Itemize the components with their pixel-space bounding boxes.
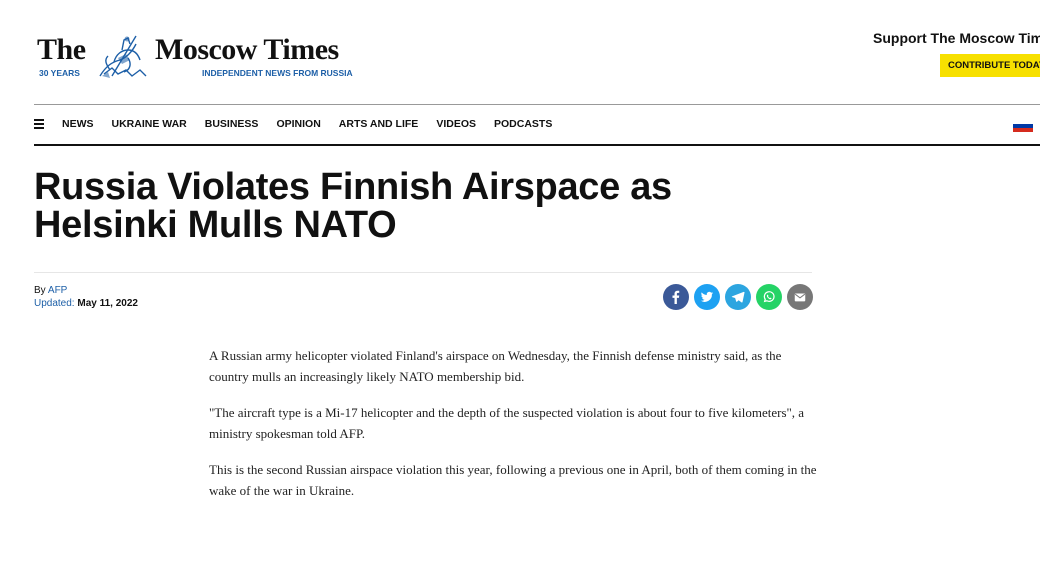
- logo-years: 30 YEARS: [39, 68, 80, 78]
- email-icon: [794, 293, 806, 302]
- by-label: By: [34, 285, 46, 296]
- support-text: Support The Moscow Times: [873, 30, 1040, 46]
- main-nav: NEWS UKRAINE WAR BUSINESS OPINION ARTS A…: [34, 105, 1040, 144]
- nav-item-news[interactable]: NEWS: [62, 118, 94, 130]
- contribute-button[interactable]: CONTRIBUTE TODAY: [940, 54, 1040, 77]
- updated-date: May 11, 2022: [77, 298, 138, 309]
- article-paragraph: "The aircraft type is a Mi-17 helicopter…: [209, 405, 805, 441]
- site-header: The Moscow Times 30 YEARS INDEPENDENT NE…: [0, 0, 1040, 104]
- nav-item-ukraine-war[interactable]: UKRAINE WAR: [112, 118, 187, 130]
- share-facebook-button[interactable]: [663, 284, 689, 310]
- nav-item-videos[interactable]: VIDEOS: [436, 118, 476, 130]
- article-body: A Russian army helicopter violated Finla…: [209, 345, 819, 516]
- updated-label: Updated:: [34, 298, 75, 309]
- russian-language-flag-icon[interactable]: [1013, 120, 1033, 132]
- twitter-icon: [700, 291, 714, 302]
- facebook-icon: [672, 290, 680, 304]
- meta-divider: [34, 272, 812, 273]
- share-buttons: [663, 284, 818, 310]
- nav-item-podcasts[interactable]: PODCASTS: [494, 118, 552, 130]
- share-twitter-button[interactable]: [694, 284, 720, 310]
- site-logo[interactable]: The Moscow Times 30 YEARS INDEPENDENT NE…: [37, 30, 367, 85]
- nav-item-opinion[interactable]: OPINION: [276, 118, 320, 130]
- logo-the: The: [37, 33, 86, 66]
- nav-divider-bottom: [34, 144, 1040, 146]
- st-george-emblem-icon: [99, 35, 147, 78]
- hamburger-icon[interactable]: [34, 119, 44, 129]
- logo-moscow-times: Moscow Times: [155, 33, 339, 66]
- share-whatsapp-button[interactable]: [756, 284, 782, 310]
- share-email-button[interactable]: [787, 284, 813, 310]
- nav-item-business[interactable]: BUSINESS: [205, 118, 259, 130]
- author-link[interactable]: AFP: [48, 285, 67, 296]
- nav-item-arts-and-life[interactable]: ARTS AND LIFE: [339, 118, 419, 130]
- updated-info: Updated: May 11, 2022: [34, 298, 138, 309]
- article-headline: Russia Violates Finnish Airspace as Hels…: [34, 166, 672, 246]
- nav-items: NEWS UKRAINE WAR BUSINESS OPINION ARTS A…: [62, 118, 570, 130]
- telegram-icon: [731, 291, 745, 303]
- share-telegram-button[interactable]: [725, 284, 751, 310]
- whatsapp-icon: [763, 291, 775, 303]
- logo-tagline: INDEPENDENT NEWS FROM RUSSIA: [202, 68, 353, 78]
- article-paragraph: A Russian army helicopter violated Finla…: [209, 348, 782, 384]
- byline: By AFP: [34, 285, 67, 296]
- article-paragraph: This is the second Russian airspace viol…: [209, 462, 817, 498]
